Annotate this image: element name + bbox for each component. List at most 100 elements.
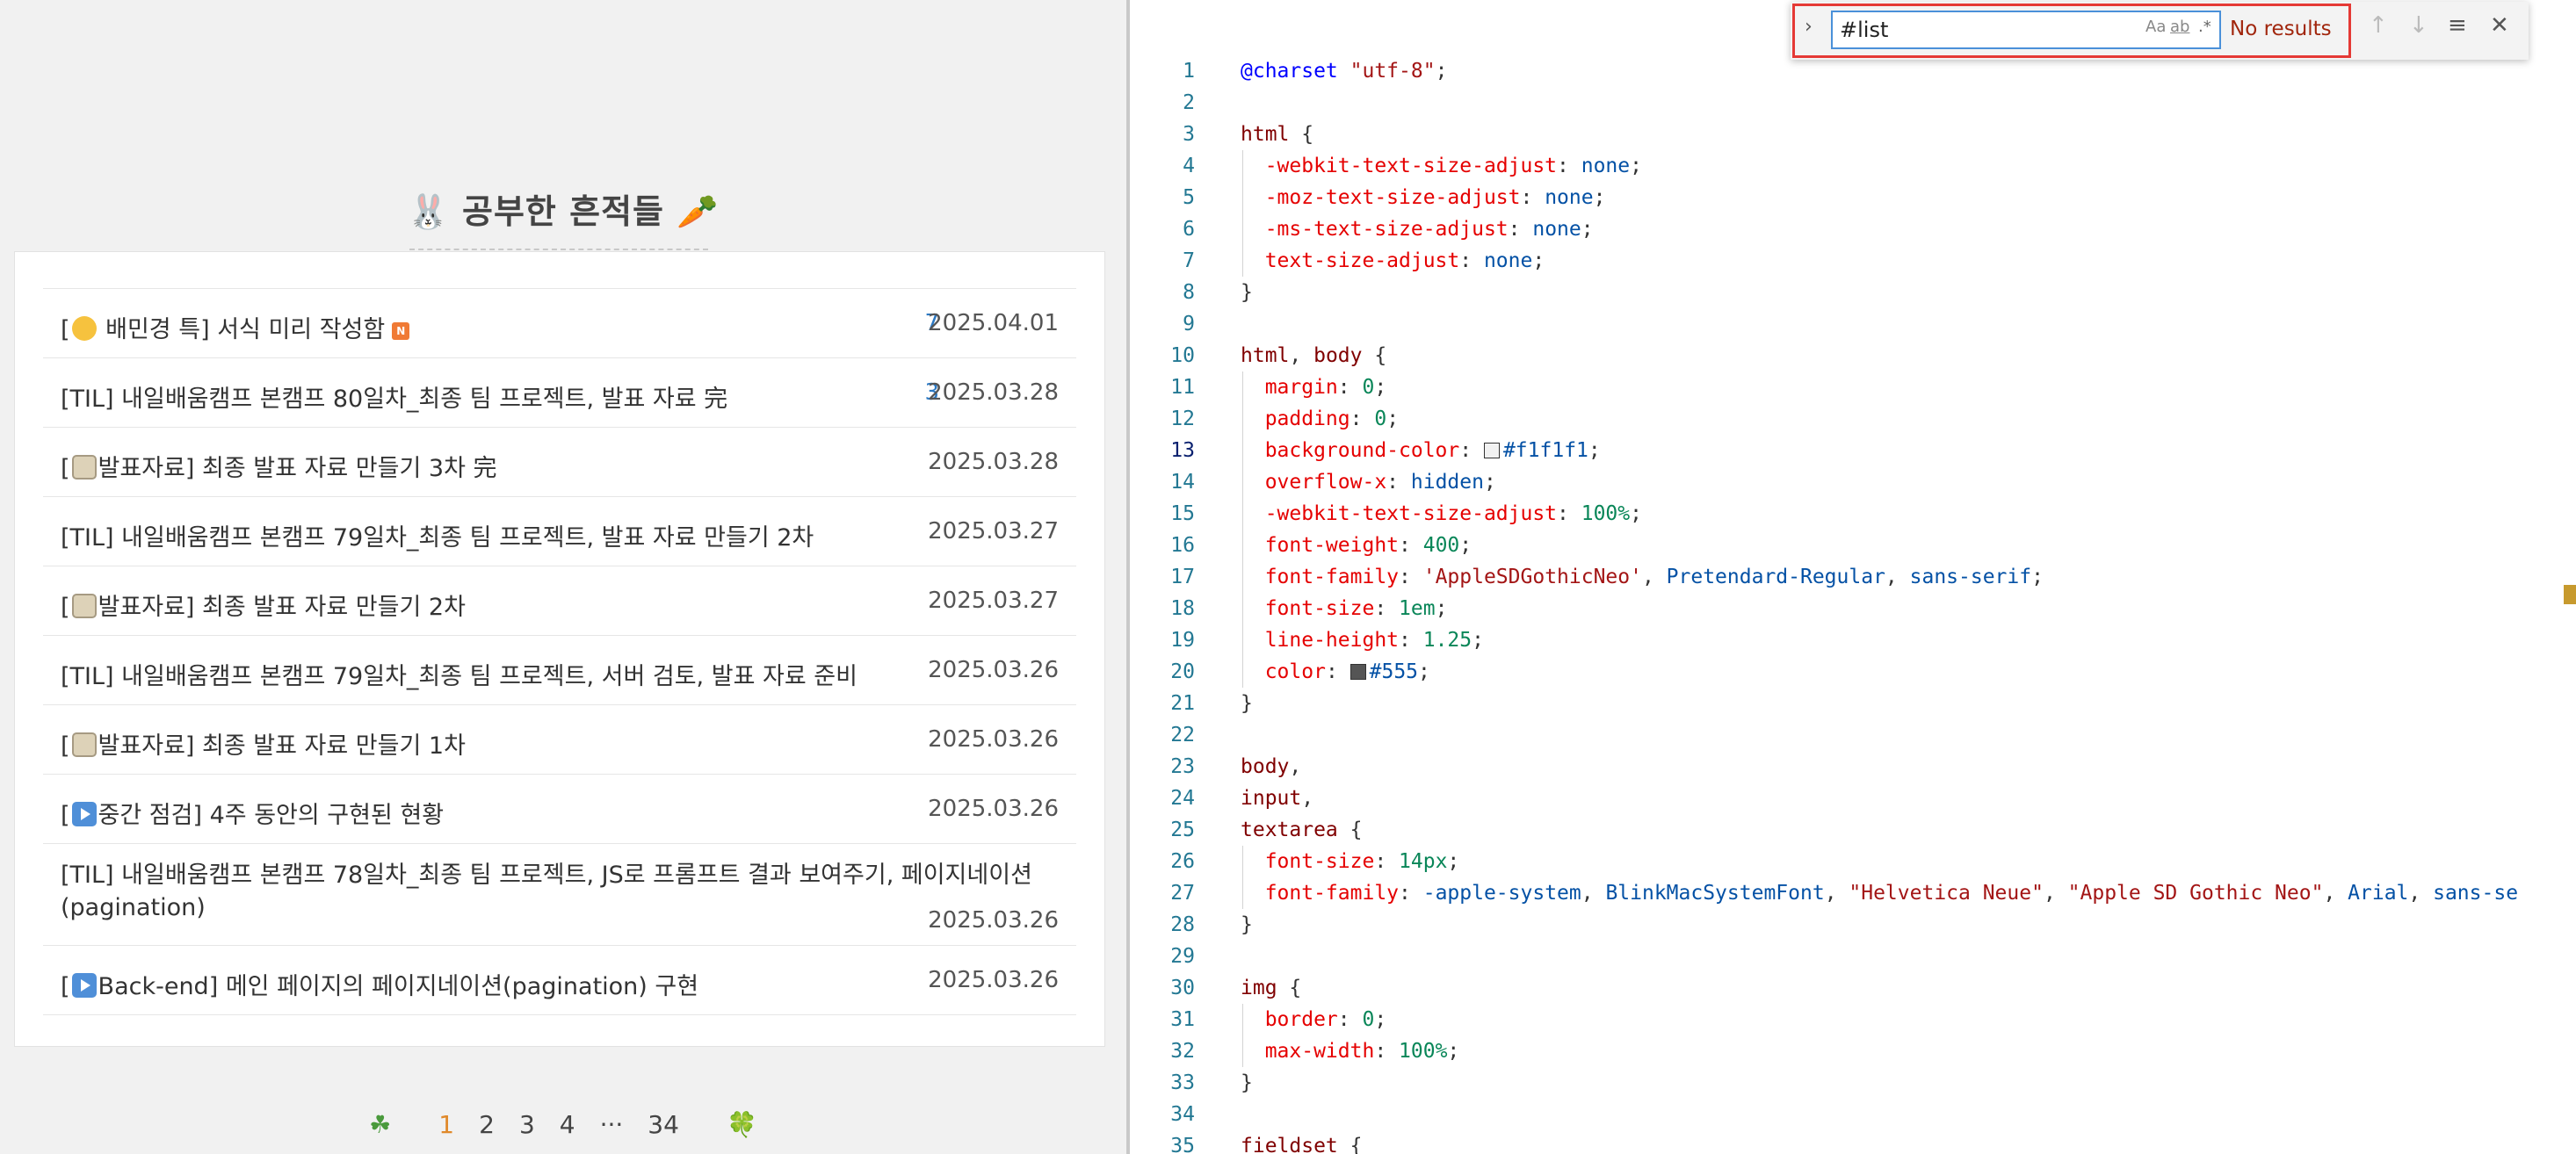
code-line[interactable]: 8} bbox=[1130, 277, 2576, 308]
post-row[interactable]: [발표자료] 최종 발표 자료 만들기 2차 2025.03.27 bbox=[43, 566, 1076, 636]
code-editor[interactable]: 1 @charset "utf-8"; 2 3 html {4 -webkit-text… bbox=[1130, 0, 2576, 1154]
code-token: ; bbox=[1447, 1040, 1460, 1063]
code-token: ; bbox=[1630, 155, 1642, 177]
code-text: margin: 0; bbox=[1241, 371, 1387, 403]
post-title-link[interactable]: [TIL] 내일배움캠프 본캠프 79일차_최종 팀 프로젝트, 서버 검토, … bbox=[61, 657, 857, 691]
code-line[interactable]: 24 input, bbox=[1130, 783, 2576, 814]
code-token: : bbox=[1557, 502, 1581, 525]
post-row[interactable]: [중간 점검] 4주 동안의 구현된 현황 2025.03.26 bbox=[43, 775, 1076, 844]
code-line[interactable]: 35 fieldset { bbox=[1130, 1130, 2576, 1154]
code-line[interactable]: 16 font-weight: 400; bbox=[1130, 530, 2576, 561]
code-line[interactable]: 22 bbox=[1130, 719, 2576, 751]
post-row[interactable]: [ 배민경 특] 서식 미리 작성함 N 7 2025.04.01 bbox=[43, 289, 1076, 358]
code-line[interactable]: 19 line-height: 1.25; bbox=[1130, 624, 2576, 656]
line-number: 22 bbox=[1170, 724, 1195, 746]
code-token: html bbox=[1241, 344, 1290, 367]
code-token: -webkit-text-size-adjust bbox=[1241, 502, 1558, 525]
line-number: 29 bbox=[1170, 945, 1195, 968]
code-line[interactable]: 29 bbox=[1130, 941, 2576, 972]
code-line[interactable]: 4 -webkit-text-size-adjust: none; bbox=[1130, 150, 2576, 182]
code-line[interactable]: 1 @charset "utf-8"; bbox=[1130, 55, 2576, 87]
post-title-text: [TIL] 내일배움캠프 본캠프 80일차_최종 팀 프로젝트, 발표 자료 完 bbox=[61, 386, 728, 413]
code-line[interactable]: 13 background-color: #f1f1f1; bbox=[1130, 435, 2576, 466]
next-match-arrow-down-icon[interactable]: ↓ bbox=[2409, 12, 2428, 39]
post-row[interactable]: [TIL] 내일배움캠프 본캠프 79일차_최종 팀 프로젝트, 서버 검토, … bbox=[43, 636, 1076, 705]
code-line[interactable]: 30 img { bbox=[1130, 972, 2576, 1004]
post-date: 2025.03.26 bbox=[928, 657, 1059, 683]
next-page-clover-icon[interactable]: 🍀 bbox=[727, 1110, 757, 1139]
code-token: 400 bbox=[1422, 534, 1460, 557]
code-line[interactable]: 17 font-family: 'AppleSDGothicNeo', Pret… bbox=[1130, 561, 2576, 593]
post-list-card: [ 배민경 특] 서식 미리 작성함 N 7 2025.04.01 [TIL] 내일배움… bbox=[14, 251, 1105, 1047]
code-line[interactable]: 23 body, bbox=[1130, 751, 2576, 783]
page-link[interactable]: 2 bbox=[479, 1110, 495, 1139]
post-row[interactable]: [발표자료] 최종 발표 자료 만들기 3차 完 2025.03.28 bbox=[43, 428, 1076, 497]
code-line[interactable]: 26 font-size: 14px; bbox=[1130, 846, 2576, 877]
code-token: ; bbox=[1435, 60, 1448, 83]
code-token: : bbox=[1399, 566, 1423, 588]
color-swatch-icon[interactable] bbox=[1350, 664, 1366, 680]
previous-match-arrow-up-icon[interactable]: ↑ bbox=[2369, 12, 2388, 39]
code-token: ; bbox=[1588, 439, 1601, 462]
code-line[interactable]: 34 bbox=[1130, 1099, 2576, 1130]
find-in-selection-icon[interactable]: ≡ bbox=[2448, 12, 2467, 39]
code-text: overflow-x: hidden; bbox=[1241, 466, 1496, 498]
code-lines[interactable]: 1 @charset "utf-8"; 2 3 html {4 -webkit-text… bbox=[1130, 55, 2576, 1154]
code-token: , bbox=[1824, 882, 1849, 905]
line-number: 1 bbox=[1183, 60, 1195, 83]
code-line[interactable]: 10 html, body { bbox=[1130, 340, 2576, 371]
post-title-link[interactable]: [발표자료] 최종 발표 자료 만들기 3차 完 bbox=[61, 449, 497, 483]
post-title-link[interactable]: [TIL] 내일배움캠프 본캠프 78일차_최종 팀 프로젝트, JS로 프롬프… bbox=[61, 859, 1036, 924]
line-number: 3 bbox=[1183, 123, 1195, 146]
code-token: , bbox=[1301, 787, 1314, 810]
post-row[interactable]: [Back-end] 메인 페이지의 페이지네이션(pagination) 구현… bbox=[43, 946, 1076, 1015]
page-link[interactable]: 1 bbox=[438, 1110, 454, 1139]
close-icon[interactable]: ✕ bbox=[2490, 12, 2509, 39]
post-title-link[interactable]: [발표자료] 최종 발표 자료 만들기 1차 bbox=[61, 726, 466, 761]
page-link[interactable]: ··· bbox=[600, 1110, 624, 1139]
code-line[interactable]: 2 bbox=[1130, 87, 2576, 119]
code-line[interactable]: 28} bbox=[1130, 909, 2576, 941]
code-token: -apple-system bbox=[1422, 882, 1581, 905]
post-title-link[interactable]: [중간 점검] 4주 동안의 구현된 현황 bbox=[61, 796, 444, 830]
prev-page-clover-icon[interactable]: ☘ bbox=[369, 1110, 391, 1139]
post-title-link[interactable]: [TIL] 내일배움캠프 본캠프 80일차_최종 팀 프로젝트, 발표 자료 完 bbox=[61, 379, 727, 414]
code-line[interactable]: 6 -ms-text-size-adjust: none; bbox=[1130, 213, 2576, 245]
line-number: 13 bbox=[1170, 439, 1195, 462]
code-line[interactable]: 33} bbox=[1130, 1067, 2576, 1099]
code-line[interactable]: 27 font-family: -apple-system, BlinkMacS… bbox=[1130, 877, 2576, 909]
post-row[interactable]: [TIL] 내일배움캠프 본캠프 79일차_최종 팀 프로젝트, 발표 자료 만… bbox=[43, 497, 1076, 566]
code-token: 0 bbox=[1362, 1008, 1375, 1031]
scrollbar-match-marker bbox=[2564, 585, 2576, 604]
post-title-link[interactable]: [TIL] 내일배움캠프 본캠프 79일차_최종 팀 프로젝트, 발표 자료 만… bbox=[61, 518, 814, 552]
code-line[interactable]: 12 padding: 0; bbox=[1130, 403, 2576, 435]
code-line[interactable]: 15 -webkit-text-size-adjust: 100%; bbox=[1130, 498, 2576, 530]
code-token: { bbox=[1362, 344, 1387, 367]
code-line[interactable]: 14 overflow-x: hidden; bbox=[1130, 466, 2576, 498]
code-line[interactable]: 18 font-size: 1em; bbox=[1130, 593, 2576, 624]
code-line[interactable]: 7 text-size-adjust: none; bbox=[1130, 245, 2576, 277]
code-line[interactable]: 5 -moz-text-size-adjust: none; bbox=[1130, 182, 2576, 213]
code-line[interactable]: 20 color: #555; bbox=[1130, 656, 2576, 688]
code-line[interactable]: 31 border: 0; bbox=[1130, 1004, 2576, 1035]
code-token: color bbox=[1241, 660, 1326, 683]
page-link[interactable]: 3 bbox=[519, 1110, 535, 1139]
code-line[interactable]: 25 textarea { bbox=[1130, 814, 2576, 846]
code-line[interactable]: 21} bbox=[1130, 688, 2576, 719]
line-number: 17 bbox=[1170, 566, 1195, 588]
post-title-link[interactable]: [Back-end] 메인 페이지의 페이지네이션(pagination) 구현 bbox=[61, 967, 698, 1001]
code-line[interactable]: 3 html { bbox=[1130, 119, 2576, 150]
post-row[interactable]: [TIL] 내일배움캠프 본캠프 78일차_최종 팀 프로젝트, JS로 프롬프… bbox=[43, 844, 1076, 946]
code-line[interactable]: 32 max-width: 100%; bbox=[1130, 1035, 2576, 1067]
post-title-link[interactable]: [발표자료] 최종 발표 자료 만들기 2차 bbox=[61, 588, 466, 622]
code-line[interactable]: 9 bbox=[1130, 308, 2576, 340]
post-row[interactable]: [TIL] 내일배움캠프 본캠프 80일차_최종 팀 프로젝트, 발표 자료 完… bbox=[43, 358, 1076, 428]
code-token: none bbox=[1581, 155, 1631, 177]
post-title-link[interactable]: [ 배민경 특] 서식 미리 작성함 N bbox=[61, 310, 410, 344]
page-link[interactable]: 34 bbox=[648, 1110, 679, 1139]
page-link[interactable]: 4 bbox=[560, 1110, 575, 1139]
code-line[interactable]: 11 margin: 0; bbox=[1130, 371, 2576, 403]
color-swatch-icon[interactable] bbox=[1483, 443, 1500, 458]
post-row[interactable]: [발표자료] 최종 발표 자료 만들기 1차 2025.03.26 bbox=[43, 705, 1076, 775]
post-title-text: 발표자료] 최종 발표 자료 만들기 1차 bbox=[98, 732, 466, 760]
